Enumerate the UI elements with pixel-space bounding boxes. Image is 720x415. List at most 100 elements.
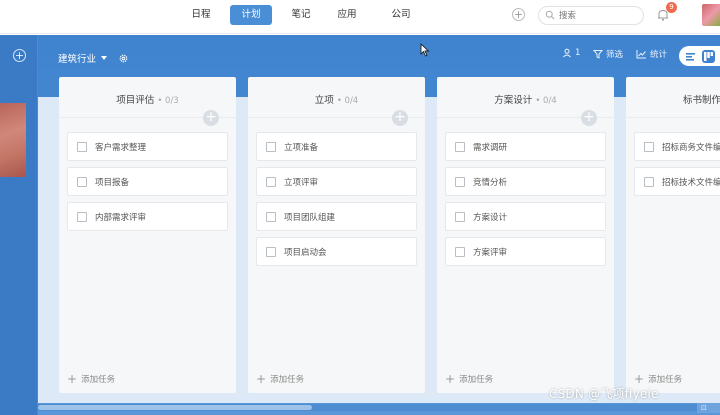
filter-label: 筛选 (606, 50, 624, 60)
task-checkbox[interactable] (644, 176, 654, 187)
view-switch (679, 46, 720, 66)
task-title: 内部需求评审 (95, 212, 147, 223)
horizontal-scrollbar[interactable] (38, 404, 720, 411)
task-title: 项目启动会 (284, 247, 327, 258)
task-card[interactable]: 招标商务文件编 (634, 132, 720, 161)
filter-button[interactable]: 筛选 (593, 48, 623, 60)
task-card[interactable]: 立项准备 (256, 132, 417, 161)
column-title: 立项 (314, 95, 334, 106)
add-card-icon[interactable]: + (392, 110, 408, 126)
column-header: 标书制作 (626, 77, 720, 121)
plus-icon: + (67, 372, 78, 386)
task-title: 项目团队组建 (284, 212, 336, 223)
add-card-icon[interactable]: + (581, 110, 597, 126)
task-title: 方案评审 (473, 247, 508, 258)
create-plus-icon[interactable]: + (512, 8, 525, 21)
task-checkbox[interactable] (77, 141, 87, 152)
mouse-cursor-icon (420, 43, 430, 57)
task-checkbox[interactable] (266, 211, 276, 222)
notification-badge: 9 (666, 2, 677, 13)
task-title: 方案设计 (473, 212, 508, 223)
add-task-button[interactable]: + 添加任务 (445, 373, 493, 385)
task-card[interactable]: 项目启动会 (256, 237, 417, 266)
chevron-down-icon (101, 56, 108, 60)
divider (626, 117, 720, 118)
search-box[interactable] (538, 6, 644, 25)
task-card[interactable]: 内部需求评审 (67, 202, 228, 231)
column-title: 项目评估 (116, 95, 155, 106)
card-list: 客户需求整理 项目报备 内部需求评审 (67, 132, 228, 237)
column-initiation: 立项 • 0/4 + 立项准备 立项评审 项目团队组建 项目启动会 + 添加任务 (248, 77, 425, 393)
tab-apps[interactable]: 应用 (326, 5, 368, 25)
column-count: 0/3 (165, 96, 179, 106)
card-list: 需求调研 竞情分析 方案设计 方案评审 (445, 132, 606, 272)
project-selector[interactable]: 建筑行业 (58, 51, 129, 65)
member-count: 1 (575, 48, 581, 58)
stats-label: 统计 (650, 50, 668, 60)
tab-plan[interactable]: 计划 (230, 5, 272, 25)
watermark: CSDN @飞项flyele (549, 387, 659, 401)
search-icon (545, 10, 555, 20)
task-title: 招标技术文件编 (662, 177, 720, 188)
plus-icon: + (634, 372, 645, 386)
task-card[interactable]: 立项评审 (256, 167, 417, 196)
column-count: 0/4 (344, 96, 359, 106)
sidebar-thumbnail[interactable] (0, 103, 26, 177)
task-card[interactable]: 客户需求整理 (67, 132, 228, 161)
task-checkbox[interactable] (455, 176, 465, 187)
task-checkbox[interactable] (266, 176, 276, 187)
add-project-icon[interactable]: + (13, 49, 26, 62)
gear-icon[interactable] (118, 53, 129, 64)
board-view-icon[interactable] (702, 49, 715, 63)
plus-icon: + (256, 372, 267, 386)
left-sidebar: + (0, 35, 38, 415)
top-nav: 日程 计划 笔记 应用 公司 + 9 (0, 0, 720, 34)
card-list: 招标商务文件编 招标技术文件编 (634, 132, 720, 202)
task-title: 立项评审 (284, 177, 319, 188)
corner-button[interactable]: ⊡ (697, 403, 720, 413)
task-title: 客户需求整理 (95, 142, 147, 153)
task-card[interactable]: 招标技术文件编 (634, 167, 720, 196)
tab-company[interactable]: 公司 (380, 5, 422, 25)
column-project-evaluation: 项目评估 • 0/3 + 客户需求整理 项目报备 内部需求评审 + 添加任务 (59, 77, 236, 393)
add-task-button[interactable]: + 添加任务 (67, 373, 115, 385)
tab-schedule[interactable]: 日程 (180, 5, 222, 25)
task-card[interactable]: 需求调研 (445, 132, 606, 161)
stats-button[interactable]: 统计 (636, 48, 667, 60)
task-card[interactable]: 项目团队组建 (256, 202, 417, 231)
task-checkbox[interactable] (455, 211, 465, 222)
task-card[interactable]: 方案评审 (445, 237, 606, 266)
column-solution-design: 方案设计 • 0/4 + 需求调研 竞情分析 方案设计 方案评审 + 添加任务 (437, 77, 614, 393)
task-checkbox[interactable] (644, 141, 654, 152)
project-name: 建筑行业 (58, 54, 97, 65)
add-task-button[interactable]: + 添加任务 (634, 373, 682, 385)
task-checkbox[interactable] (77, 211, 87, 222)
task-checkbox[interactable] (77, 176, 87, 187)
add-task-button[interactable]: + 添加任务 (256, 373, 304, 385)
avatar[interactable] (702, 4, 720, 26)
task-checkbox[interactable] (455, 246, 465, 257)
scrollbar-thumb[interactable] (38, 405, 312, 410)
task-card[interactable]: 项目报备 (67, 167, 228, 196)
plus-icon: + (445, 372, 456, 386)
task-title: 需求调研 (473, 142, 508, 153)
members-button[interactable]: 1 (562, 48, 580, 58)
task-title: 立项准备 (284, 142, 319, 153)
task-checkbox[interactable] (455, 141, 465, 152)
task-checkbox[interactable] (266, 246, 276, 257)
task-card[interactable]: 竞情分析 (445, 167, 606, 196)
task-card[interactable]: 方案设计 (445, 202, 606, 231)
workspace: + 建筑行业 1 筛选 统计 项目评估 • 0/3 + 客户需求整理 项目报备 … (0, 35, 720, 415)
column-title: 标书制作 (683, 95, 720, 106)
column-count: 0/4 (543, 96, 557, 106)
list-view-icon[interactable] (684, 50, 697, 63)
card-list: 立项准备 立项评审 项目团队组建 项目启动会 (256, 132, 417, 272)
add-card-icon[interactable]: + (203, 110, 219, 126)
user-icon (563, 48, 571, 58)
tab-notes[interactable]: 笔记 (280, 5, 322, 25)
task-checkbox[interactable] (266, 141, 276, 152)
chart-icon (636, 50, 646, 59)
task-title: 竞情分析 (473, 177, 508, 188)
search-input[interactable] (559, 9, 639, 22)
filter-icon (593, 50, 603, 59)
